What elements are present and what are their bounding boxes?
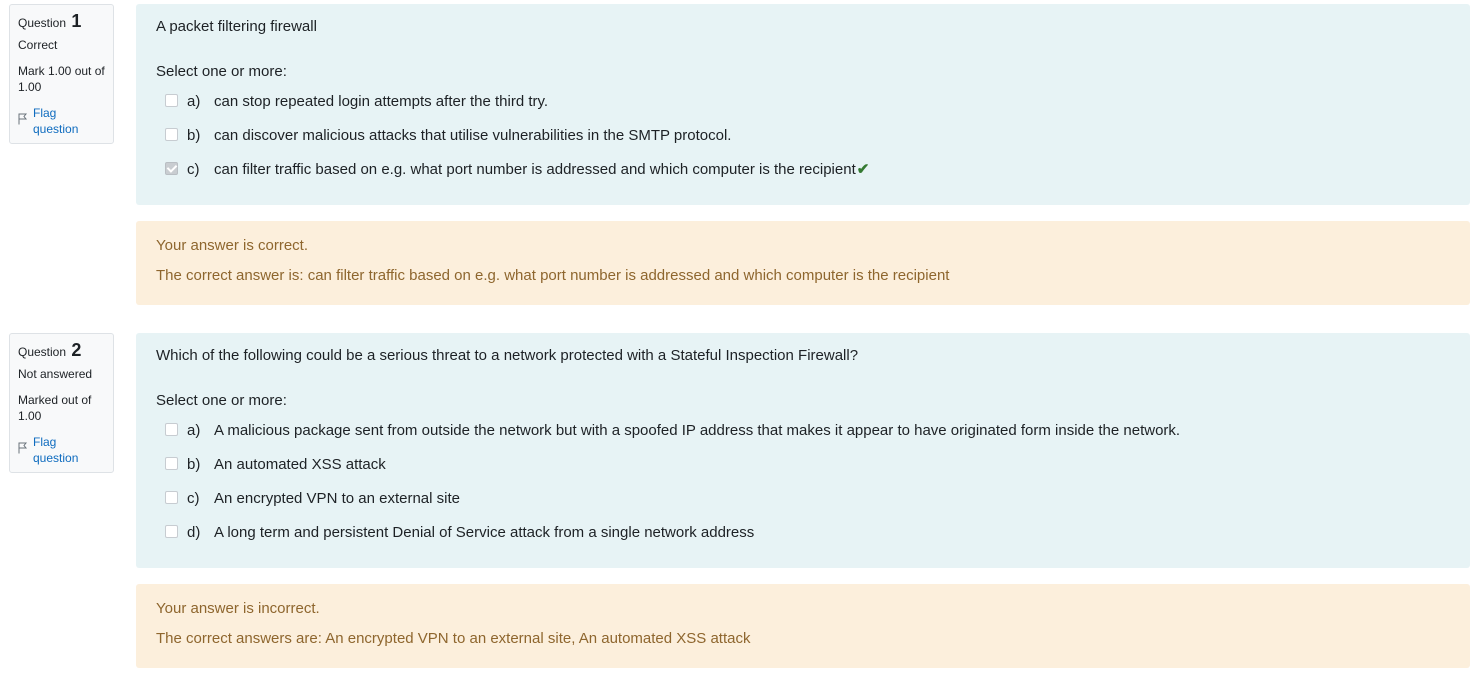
question-feedback: Your answer is incorrect. The correct an… (136, 584, 1470, 668)
feedback-text: Your answer is correct. (156, 237, 309, 254)
question-number-value: 1 (71, 11, 82, 31)
flag-question-button[interactable]: Flag question (18, 434, 105, 466)
answer-letter: c) (187, 160, 200, 178)
question-number-label: Question (18, 16, 67, 30)
question-state: Correct (18, 38, 58, 52)
feedback-text: Your answer is incorrect. (156, 600, 320, 617)
answer-option-c[interactable]: c) can filter traffic based on e.g. what… (156, 152, 1450, 186)
answer-text: A long term and persistent Denial of Ser… (214, 523, 755, 541)
answer-option-a[interactable]: a) can stop repeated login attempts afte… (156, 84, 1450, 118)
answer-option-b[interactable]: b) can discover malicious attacks that u… (156, 118, 1450, 152)
answer-checkbox[interactable] (165, 93, 178, 107)
answer-text: An automated XSS attack (214, 455, 386, 473)
answer-letter: d) (187, 523, 201, 541)
question-text: A packet filtering firewall (156, 18, 317, 35)
answer-letter: b) (187, 455, 201, 473)
question-text: Which of the following could be a seriou… (156, 347, 859, 364)
answer-text: A malicious package sent from outside th… (214, 421, 1181, 439)
answer-checkbox[interactable] (165, 524, 178, 538)
answer-option-c[interactable]: c) An encrypted VPN to an external site (156, 481, 1450, 515)
question-number-value: 2 (71, 340, 82, 360)
answer-list: a) can stop repeated login attempts afte… (156, 84, 1450, 186)
answer-option-b[interactable]: b) An automated XSS attack (156, 447, 1450, 481)
question-grade: Mark 1.00 out of 1.00 (18, 64, 105, 94)
check-icon: ✔ (856, 161, 870, 178)
answer-prompt: Select one or more: (156, 392, 287, 409)
flag-question-label: Flag question (33, 106, 79, 136)
right-answer-text: The correct answer is: can filter traffi… (156, 267, 950, 284)
answer-letter: b) (187, 126, 201, 144)
answer-letter: a) (187, 421, 201, 439)
answer-text: An encrypted VPN to an external site (214, 489, 460, 507)
right-answer-text: The correct answers are: An encrypted VP… (156, 630, 751, 647)
question-number: Question 1 (18, 11, 105, 31)
question-feedback: Your answer is correct. The correct answ… (136, 221, 1470, 305)
answer-checkbox-checked[interactable] (165, 161, 178, 175)
question-formulation: A packet filtering firewall Select one o… (136, 4, 1470, 205)
answer-list: a) A malicious package sent from outside… (156, 413, 1450, 549)
answer-option-a[interactable]: a) A malicious package sent from outside… (156, 413, 1450, 447)
answer-prompt: Select one or more: (156, 63, 287, 80)
question-info: Question 2 Not answered Marked out of 1.… (9, 333, 114, 473)
question-state: Not answered (18, 367, 93, 381)
answer-letter: c) (187, 489, 200, 507)
flag-icon (18, 113, 28, 129)
answer-option-d[interactable]: d) A long term and persistent Denial of … (156, 515, 1450, 549)
question-grade: Marked out of 1.00 (18, 393, 92, 423)
flag-question-label: Flag question (33, 435, 79, 465)
answer-checkbox[interactable] (165, 456, 178, 470)
answer-text: can filter traffic based on e.g. what po… (214, 160, 856, 178)
question-number-label: Question (18, 345, 67, 359)
question-number: Question 2 (18, 340, 105, 360)
answer-checkbox[interactable] (165, 422, 178, 436)
answer-text: can discover malicious attacks that util… (214, 126, 732, 144)
flag-question-button[interactable]: Flag question (18, 105, 105, 137)
answer-text: can stop repeated login attempts after t… (214, 92, 549, 110)
question-info: Question 1 Correct Mark 1.00 out of 1.00… (9, 4, 114, 144)
answer-checkbox[interactable] (165, 127, 178, 141)
question-formulation: Which of the following could be a seriou… (136, 333, 1470, 568)
flag-icon (18, 442, 28, 458)
answer-letter: a) (187, 92, 201, 110)
answer-checkbox[interactable] (165, 490, 178, 504)
